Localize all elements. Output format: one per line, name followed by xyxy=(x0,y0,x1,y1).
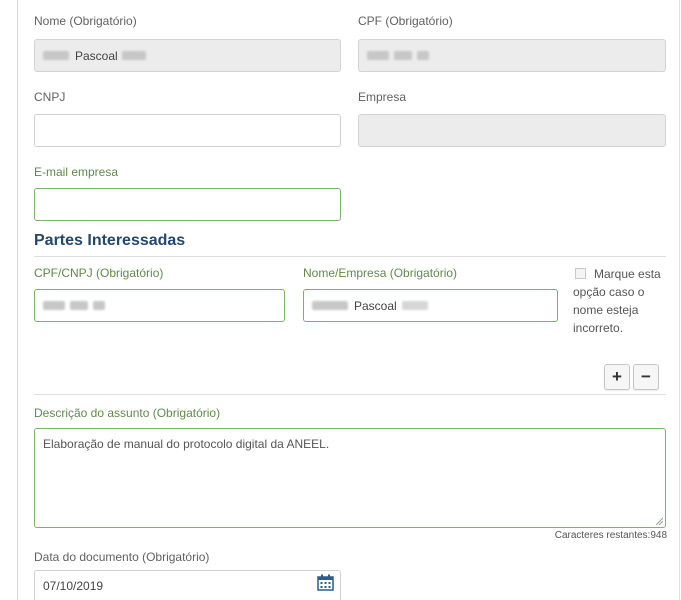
nome-value: Pascoal xyxy=(75,48,118,63)
nome-field: Pascoal xyxy=(34,39,341,72)
redacted-text xyxy=(394,51,412,60)
checkbox-label-line4: incorreto. xyxy=(573,321,624,335)
redacted-text xyxy=(312,301,348,310)
nome-empresa-value: Pascoal xyxy=(354,298,397,313)
cpf-label: CPF (Obrigatório) xyxy=(358,14,453,28)
nome-empresa-input[interactable]: Pascoal xyxy=(303,289,558,322)
section-title-partes: Partes Interessadas xyxy=(34,232,186,249)
cpf-field xyxy=(358,39,666,72)
descricao-textarea[interactable]: Elaboração de manual do protocolo digita… xyxy=(34,428,666,528)
checkbox-label-line3: nome esteja xyxy=(573,303,639,317)
nome-label: Nome (Obrigatório) xyxy=(34,14,137,28)
descricao-label: Descrição do assunto (Obrigatório) xyxy=(34,406,221,420)
empresa-label: Empresa xyxy=(358,90,407,104)
remove-parte-button[interactable]: − xyxy=(633,364,659,390)
resize-handle-icon[interactable] xyxy=(655,517,663,525)
nome-incorreto-checkbox[interactable] xyxy=(575,268,586,279)
section-divider xyxy=(34,394,666,395)
redacted-text xyxy=(367,51,389,60)
cpf-cnpj-label: CPF/CNPJ (Obrigatório) xyxy=(34,266,164,280)
add-parte-button[interactable]: + xyxy=(604,364,630,390)
redacted-text xyxy=(401,301,428,310)
redacted-text xyxy=(43,51,69,60)
redacted-text xyxy=(121,51,146,60)
nome-empresa-label: Nome/Empresa (Obrigatório) xyxy=(303,266,458,280)
redacted-text xyxy=(70,301,88,310)
email-empresa-input[interactable] xyxy=(34,188,341,221)
calendar-icon[interactable] xyxy=(317,574,334,591)
data-documento-label: Data do documento (Obrigatório) xyxy=(34,550,210,564)
checkbox-label-line1: Marque esta xyxy=(594,267,661,281)
cnpj-label: CNPJ xyxy=(34,90,66,104)
redacted-text xyxy=(43,301,65,310)
checkbox-label-line2: opção caso o xyxy=(573,285,645,299)
email-empresa-label: E-mail empresa xyxy=(34,165,119,179)
data-documento-value: 07/10/2019 xyxy=(43,578,104,593)
redacted-text xyxy=(93,301,105,310)
cpf-cnpj-input[interactable] xyxy=(34,289,285,322)
cnpj-input[interactable] xyxy=(34,114,341,147)
descricao-value: Elaboração de manual do protocolo digita… xyxy=(43,437,330,451)
data-documento-input[interactable]: 07/10/2019 xyxy=(34,570,341,600)
char-counter: Caracteres restantes:948 xyxy=(554,530,667,541)
redacted-text xyxy=(417,51,429,60)
empresa-field xyxy=(358,114,666,147)
section-divider xyxy=(34,256,666,257)
